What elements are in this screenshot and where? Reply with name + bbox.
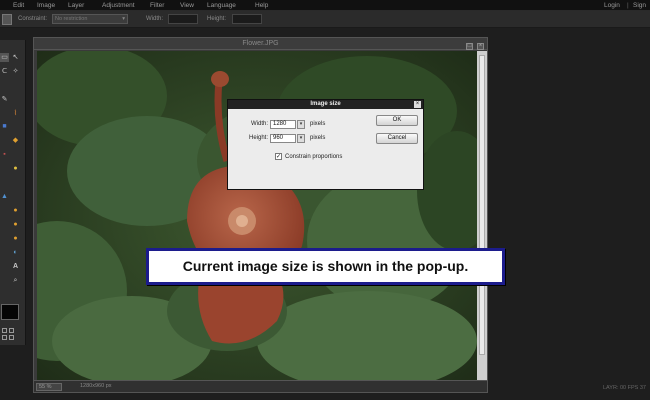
sponge-tool-icon[interactable]: ● xyxy=(11,206,20,215)
document-title-bar[interactable]: Flower.JPG □ × xyxy=(34,38,487,50)
constraint-select[interactable]: No restriction ▾ xyxy=(52,14,128,24)
menu-edit[interactable]: Edit xyxy=(13,2,24,9)
vertical-scrollbar[interactable] xyxy=(477,51,487,381)
height-label: Height: xyxy=(207,16,227,22)
height-unit-dropdown[interactable]: ▾ xyxy=(297,134,305,143)
brush-tool-icon[interactable]: ⌇ xyxy=(11,109,20,118)
swap-colors-icon[interactable] xyxy=(9,328,14,333)
width-field[interactable]: 1280 xyxy=(270,120,296,129)
burn-tool-icon[interactable]: ● xyxy=(11,234,20,243)
gradient-tool-icon[interactable]: ● xyxy=(11,164,20,173)
scrollbar-thumb[interactable] xyxy=(479,55,485,355)
menu-view[interactable]: View xyxy=(180,2,194,9)
cancel-button[interactable]: Cancel xyxy=(376,133,418,144)
wand-tool-icon[interactable]: ✧ xyxy=(11,67,20,76)
status-readout: LAYR: 00 FPS 37 xyxy=(602,385,646,391)
image-dimensions: 1280x960 px xyxy=(80,383,112,389)
constraint-label: Constraint: xyxy=(18,16,48,22)
foreground-color-swatch[interactable] xyxy=(1,304,19,320)
menu-adjustment[interactable]: Adjustment xyxy=(102,2,135,9)
menu-layer[interactable]: Layer xyxy=(68,2,84,9)
width-label: Width: xyxy=(250,121,268,127)
options-bar: Constraint: No restriction ▾ Width: Heig… xyxy=(0,11,650,28)
maximize-icon[interactable]: □ xyxy=(466,43,474,50)
image-size-dialog: Image size × Width: 1280 ▾ pixels Height… xyxy=(227,99,424,190)
caption-callout: Current image size is shown in the pop-u… xyxy=(146,248,505,285)
signup-link[interactable]: Sign xyxy=(633,2,646,9)
toolbox: ▭ ↖ ᑕ ✧ ✎ ⌇ ■ ◆ ▪ ● ▲ ● ● ● ◐ A ⌕ xyxy=(0,40,26,345)
move-tool-icon[interactable]: ↖ xyxy=(11,53,20,62)
menu-filter[interactable]: Filter xyxy=(150,2,164,9)
text-tool-icon[interactable]: A xyxy=(11,262,20,271)
pencil-tool-icon[interactable]: ✎ xyxy=(0,95,9,104)
screen-mode-icon[interactable] xyxy=(9,335,14,340)
chevron-down-icon: ▾ xyxy=(122,16,125,22)
fill-tool-icon[interactable]: ◆ xyxy=(11,136,20,145)
login-link[interactable]: Login xyxy=(604,2,620,9)
dialog-title[interactable]: Image size xyxy=(228,100,423,109)
lasso-tool-icon[interactable]: ᑕ xyxy=(0,67,9,76)
marquee-tool-icon[interactable]: ▭ xyxy=(0,53,9,62)
height-input[interactable] xyxy=(232,14,262,24)
caption-text: Current image size is shown in the pop-u… xyxy=(182,258,469,274)
default-colors-icon[interactable] xyxy=(2,328,7,333)
width-input[interactable] xyxy=(168,14,198,24)
document-window: Flower.JPG □ × 55 % 1280x960 px xyxy=(33,37,488,393)
shape-tool-icon[interactable]: ◐ xyxy=(11,248,20,257)
menu-image[interactable]: Image xyxy=(37,2,55,9)
width-label: Width: xyxy=(146,16,164,22)
menu-bar: Edit Image Layer Adjustment Filter View … xyxy=(0,0,650,11)
dodge-tool-icon[interactable]: ● xyxy=(11,220,20,229)
width-unit-dropdown[interactable]: ▾ xyxy=(297,120,305,129)
clone-tool-icon[interactable]: ■ xyxy=(0,122,9,131)
ok-button[interactable]: OK xyxy=(376,115,418,126)
width-unit: pixels xyxy=(310,121,326,127)
height-label: Height: xyxy=(248,135,268,141)
separator: | xyxy=(627,2,629,9)
document-status-bar: 55 % 1280x960 px xyxy=(34,380,487,392)
height-field[interactable]: 960 xyxy=(270,134,296,143)
crop-tool-icon xyxy=(2,14,12,25)
constraint-value: No restriction xyxy=(55,16,88,22)
zoom-tool-icon[interactable]: ⌕ xyxy=(11,276,20,285)
menu-language[interactable]: Language xyxy=(207,2,236,9)
height-unit: pixels xyxy=(310,135,326,141)
close-icon[interactable]: × xyxy=(414,101,421,108)
constrain-label: Constrain proportions xyxy=(285,154,343,160)
menu-help[interactable]: Help xyxy=(255,2,268,9)
document-title: Flower.JPG xyxy=(242,40,279,47)
blur-tool-icon[interactable]: ▲ xyxy=(0,192,9,201)
constrain-checkbox[interactable]: ✓ xyxy=(275,153,282,160)
eraser-tool-icon[interactable]: ▪ xyxy=(0,150,9,159)
close-icon[interactable]: × xyxy=(477,43,484,50)
quickmask-icon[interactable] xyxy=(2,335,7,340)
zoom-field[interactable]: 55 % xyxy=(36,383,62,391)
